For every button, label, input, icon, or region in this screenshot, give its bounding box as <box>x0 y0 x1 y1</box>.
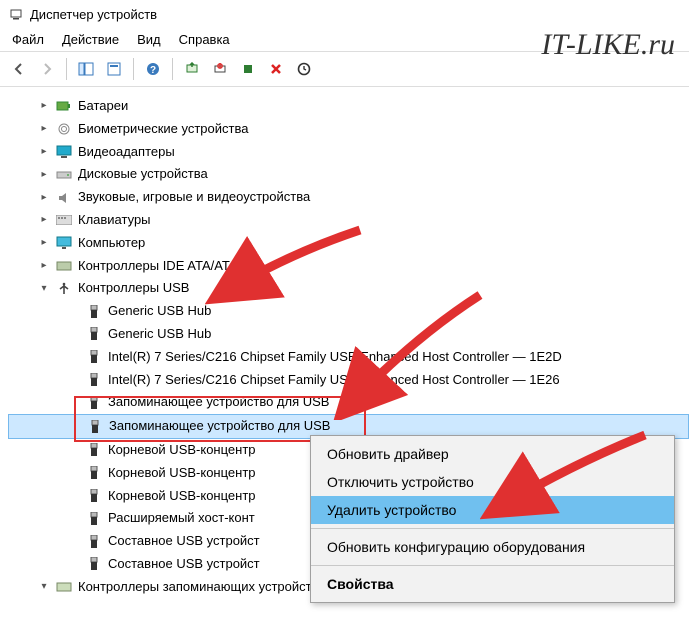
window-title: Диспетчер устройств <box>30 7 157 22</box>
chevron-right-icon: ▸ <box>38 121 50 137</box>
tree-item-ide[interactable]: ▸ Контроллеры IDE ATA/ATAPI <box>8 255 689 278</box>
usb-device-icon <box>86 326 102 342</box>
display-icon <box>56 144 72 160</box>
menu-help[interactable]: Справка <box>179 32 230 47</box>
chevron-right-icon: ▸ <box>38 98 50 114</box>
usb-device-icon <box>86 556 102 572</box>
scan-hardware-button[interactable] <box>235 56 261 82</box>
usb-device-icon <box>86 465 102 481</box>
chevron-down-icon: ▾ <box>38 281 50 297</box>
tree-item-computer[interactable]: ▸ Компьютер <box>8 232 689 255</box>
title-bar: Диспетчер устройств <box>0 0 689 28</box>
chevron-right-icon: ▸ <box>38 167 50 183</box>
back-button[interactable] <box>6 56 32 82</box>
context-properties[interactable]: Свойства <box>311 570 674 598</box>
toolbar: ? <box>0 51 689 87</box>
help-button[interactable]: ? <box>140 56 166 82</box>
storage-controller-icon <box>56 579 72 595</box>
tree-item-video[interactable]: ▸ Видеоадаптеры <box>8 141 689 164</box>
menu-bar: Файл Действие Вид Справка <box>0 28 689 51</box>
app-icon <box>8 6 24 22</box>
tree-item-intel-controller[interactable]: Intel(R) 7 Series/C216 Chipset Family US… <box>8 369 689 392</box>
context-scan-hardware[interactable]: Обновить конфигурацию оборудования <box>311 533 674 561</box>
separator <box>133 58 134 80</box>
usb-icon <box>56 281 72 297</box>
usb-device-icon <box>86 349 102 365</box>
tree-item-sound[interactable]: ▸ Звуковые, игровые и видеоустройства <box>8 186 689 209</box>
tree-item-generic-hub[interactable]: Generic USB Hub <box>8 323 689 346</box>
chevron-right-icon: ▸ <box>38 235 50 251</box>
battery-icon <box>56 98 72 114</box>
tree-item-batteries[interactable]: ▸ Батареи <box>8 95 689 118</box>
context-menu: Обновить драйвер Отключить устройство Уд… <box>310 435 675 603</box>
disable-device-button[interactable] <box>207 56 233 82</box>
tree-item-keyboards[interactable]: ▸ Клавиатуры <box>8 209 689 232</box>
menu-file[interactable]: Файл <box>12 32 44 47</box>
speaker-icon <box>56 190 72 206</box>
separator <box>172 58 173 80</box>
forward-button[interactable] <box>34 56 60 82</box>
usb-device-icon <box>87 419 103 435</box>
tree-item-biometric[interactable]: ▸ Биометрические устройства <box>8 118 689 141</box>
usb-device-icon <box>86 488 102 504</box>
uninstall-device-button[interactable] <box>263 56 289 82</box>
fingerprint-icon <box>56 121 72 137</box>
usb-device-icon <box>86 304 102 320</box>
separator <box>311 565 674 566</box>
tree-item-intel-controller[interactable]: Intel(R) 7 Series/C216 Chipset Family US… <box>8 346 689 369</box>
menu-action[interactable]: Действие <box>62 32 119 47</box>
chevron-right-icon: ▸ <box>38 190 50 206</box>
usb-device-icon <box>86 442 102 458</box>
refresh-button[interactable] <box>291 56 317 82</box>
properties-button[interactable] <box>101 56 127 82</box>
chevron-right-icon: ▸ <box>38 212 50 228</box>
ide-controller-icon <box>56 258 72 274</box>
chevron-right-icon: ▸ <box>38 144 50 160</box>
chevron-down-icon: ▾ <box>38 579 50 595</box>
context-disable-device[interactable]: Отключить устройство <box>311 468 674 496</box>
update-driver-button[interactable] <box>179 56 205 82</box>
separator <box>66 58 67 80</box>
menu-view[interactable]: Вид <box>137 32 161 47</box>
usb-device-icon <box>86 534 102 550</box>
keyboard-icon <box>56 212 72 228</box>
monitor-icon <box>56 235 72 251</box>
separator <box>311 528 674 529</box>
tree-item-usb-storage[interactable]: Запоминающее устройство для USB <box>8 391 689 414</box>
context-uninstall-device[interactable]: Удалить устройство <box>311 496 674 524</box>
usb-device-icon <box>86 395 102 411</box>
tree-item-disks[interactable]: ▸ Дисковые устройства <box>8 163 689 186</box>
show-hidden-button[interactable] <box>73 56 99 82</box>
usb-device-icon <box>86 511 102 527</box>
context-update-driver[interactable]: Обновить драйвер <box>311 440 674 468</box>
chevron-right-icon: ▸ <box>38 258 50 274</box>
tree-item-generic-hub[interactable]: Generic USB Hub <box>8 300 689 323</box>
svg-text:?: ? <box>150 65 156 76</box>
usb-device-icon <box>86 372 102 388</box>
disk-icon <box>56 167 72 183</box>
tree-item-usb-controllers[interactable]: ▾ Контроллеры USB <box>8 277 689 300</box>
